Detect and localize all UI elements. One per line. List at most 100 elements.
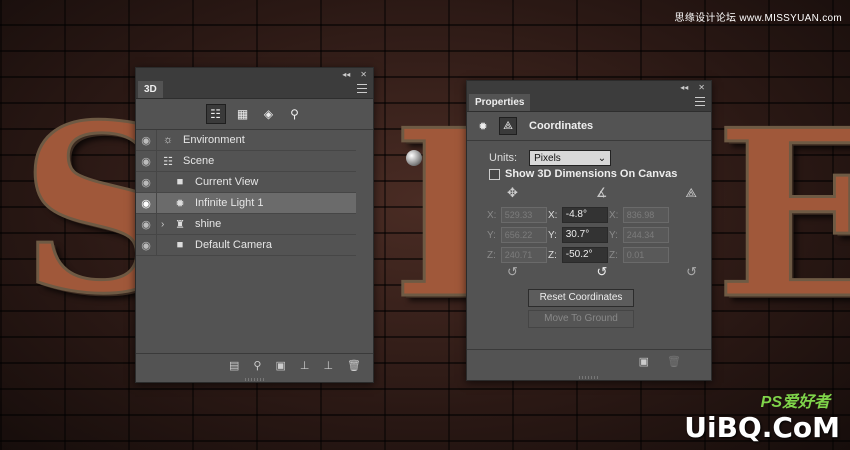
scale-cell: X: 836.98: [609, 207, 669, 223]
drop-to-ground-button[interactable]: ⊥: [300, 359, 310, 372]
reset-icons: ↺ ↺ ↺: [507, 264, 697, 280]
layer-row[interactable]: ◉ ■ Current View: [136, 172, 356, 193]
lights-filter[interactable]: ⚲: [286, 105, 304, 123]
position-cell: X: 529.33: [487, 207, 547, 223]
tab-3d[interactable]: 3D: [138, 81, 163, 98]
properties-footer: ▣ 🗑: [467, 349, 711, 372]
layer-content: › ♜ shine: [157, 214, 221, 234]
meshes-filter[interactable]: ▦: [234, 105, 252, 123]
trash-icon[interactable]: 🗑: [667, 355, 681, 368]
axis-icons: ✥ ∡ ⟁: [507, 185, 697, 201]
scene-tree-icon: ☷: [210, 107, 221, 121]
rotation-field[interactable]: -50.2°: [561, 247, 608, 263]
reset-coordinates-button[interactable]: Reset Coordinates: [528, 289, 634, 307]
layer-label: Default Camera: [195, 239, 273, 251]
expand-chevron-icon[interactable]: ›: [161, 219, 173, 230]
axis-label: Z:: [487, 249, 496, 261]
show-dimensions-checkbox[interactable]: [489, 168, 500, 180]
delete-button[interactable]: 🗑: [347, 359, 361, 372]
move-icon: ✥: [507, 185, 518, 200]
layer-row[interactable]: ◉ ☷ Scene: [136, 151, 356, 172]
section-title: Coordinates: [529, 120, 594, 132]
panel-menu-icon[interactable]: [695, 97, 705, 106]
resize-grip[interactable]: [244, 378, 265, 381]
panel-menu-icon[interactable]: [357, 84, 367, 93]
visibility-eye-icon[interactable]: ◉: [136, 235, 157, 255]
scale-cell: Z: 0.01: [609, 247, 669, 263]
filter-toolbar: ☷ ▦ ◈ ⚲: [136, 99, 373, 130]
layer-label: Environment: [183, 134, 245, 146]
coordinate-row: Y: 656.22 Y: 30.7° Y: 244.34: [487, 225, 670, 245]
add-constraint-button[interactable]: ▣: [275, 359, 285, 372]
units-value: Pixels: [534, 152, 561, 164]
axis-label: Y:: [609, 229, 618, 241]
materials-filter[interactable]: ◈: [260, 105, 278, 123]
layer-content: ✹ Infinite Light 1: [157, 193, 263, 213]
visibility-eye-icon[interactable]: ◉: [136, 193, 157, 213]
collapse-icon[interactable]: ◂◂: [680, 83, 688, 92]
panel-properties-tabrow: Properties: [467, 93, 711, 112]
bulb-icon: ⚲: [290, 107, 299, 121]
units-label: Units:: [489, 152, 518, 164]
layer-label: Current View: [195, 176, 259, 188]
coordinate-row: X: 529.33 X: -4.8° X: 836.98: [487, 205, 670, 225]
artwork-letter-e: E: [713, 80, 850, 350]
render-button[interactable]: ▤: [229, 359, 239, 372]
light-widget-sphere[interactable]: [406, 150, 422, 166]
resize-grip[interactable]: [579, 376, 599, 379]
close-icon[interactable]: ✕: [698, 83, 705, 92]
rotation-field[interactable]: 30.7°: [561, 227, 608, 243]
visibility-eye-icon[interactable]: ◉: [136, 214, 157, 234]
layer-label: Scene: [183, 155, 215, 167]
chevron-down-icon: ⌄: [597, 152, 607, 164]
show-dimensions-row[interactable]: Show 3D Dimensions On Canvas: [489, 168, 677, 180]
position-cell: Z: 240.71: [487, 247, 547, 263]
panel-3d-tabrow: 3D: [136, 80, 373, 99]
panel-3d-titlebar[interactable]: ◂◂ ✕: [136, 68, 373, 80]
layer-content: ☷ Scene: [157, 151, 214, 171]
new-light-button[interactable]: ⚲: [253, 359, 261, 372]
split-extrusion-button[interactable]: ⊥: [323, 359, 333, 372]
scene-icon: ☷: [163, 155, 173, 168]
scale-cell: Y: 244.34: [609, 227, 669, 243]
scene-layer-list: ◉ ☼ Environment ◉ ☷ Scene ◉ ■ Current View ◉ ✹ Infi…: [136, 130, 373, 256]
visibility-eye-icon[interactable]: ◉: [136, 130, 157, 150]
panel-3d: ◂◂ ✕ 3D ☷ ▦ ◈ ⚲ ◉ ☼ Environment ◉ ☷ Scene ◉ ■ Curre…: [135, 67, 374, 383]
collapse-icon[interactable]: ◂◂: [342, 70, 350, 79]
reset-scale-icon[interactable]: ↺: [686, 264, 697, 280]
properties-header: ✹ ⟁ Coordinates: [467, 112, 711, 141]
layer-row[interactable]: ◉ ✹ Infinite Light 1: [136, 193, 356, 214]
position-field: 656.22: [500, 227, 547, 243]
rotate-icon: ∡: [595, 185, 608, 200]
scale-field: 244.34: [622, 227, 669, 243]
visibility-eye-icon[interactable]: ◉: [136, 172, 157, 192]
reset-rotation-icon[interactable]: ↺: [597, 264, 608, 280]
mesh-icon: ♜: [175, 218, 185, 231]
layer-content: ■ Current View: [157, 172, 259, 192]
light-properties-icon[interactable]: ✹: [475, 118, 491, 134]
whole-scene-filter[interactable]: ☷: [205, 104, 226, 124]
reset-position-icon[interactable]: ↺: [507, 264, 518, 280]
rotation-field[interactable]: -4.8°: [561, 207, 608, 223]
tab-properties[interactable]: Properties: [469, 94, 531, 111]
units-select[interactable]: Pixels ⌄: [529, 150, 612, 166]
axis-label: X:: [548, 209, 558, 221]
layer-row[interactable]: ◉ ☼ Environment: [136, 130, 356, 151]
close-icon[interactable]: ✕: [360, 70, 367, 79]
camera-icon: ■: [176, 176, 184, 188]
axis-label: Z:: [548, 249, 557, 261]
axis-label: X:: [609, 209, 619, 221]
panel-3d-footer: ▤ ⚲ ▣ ⊥ ⊥ 🗑: [136, 353, 373, 376]
layer-row[interactable]: ◉ ■ Default Camera: [136, 235, 356, 256]
position-field: 529.33: [500, 207, 547, 223]
visibility-eye-icon[interactable]: ◉: [136, 151, 157, 171]
panel-properties-titlebar[interactable]: ◂◂ ✕: [467, 81, 711, 93]
render-icon[interactable]: ▣: [639, 355, 649, 368]
infinite-light-icon: ✹: [175, 197, 185, 210]
move-to-ground-button[interactable]: Move To Ground: [528, 310, 634, 328]
watermark-logo: PS爱好者: [760, 394, 830, 411]
layer-row[interactable]: ◉ › ♜ shine: [136, 214, 356, 235]
coordinates-icon[interactable]: ⟁: [499, 117, 517, 135]
rotation-cell: Y: 30.7°: [548, 227, 608, 243]
coordinate-grid: X: 529.33 X: -4.8° X: 836.98 Y: 656.22 Y: 30.7° Y:…: [487, 205, 670, 265]
